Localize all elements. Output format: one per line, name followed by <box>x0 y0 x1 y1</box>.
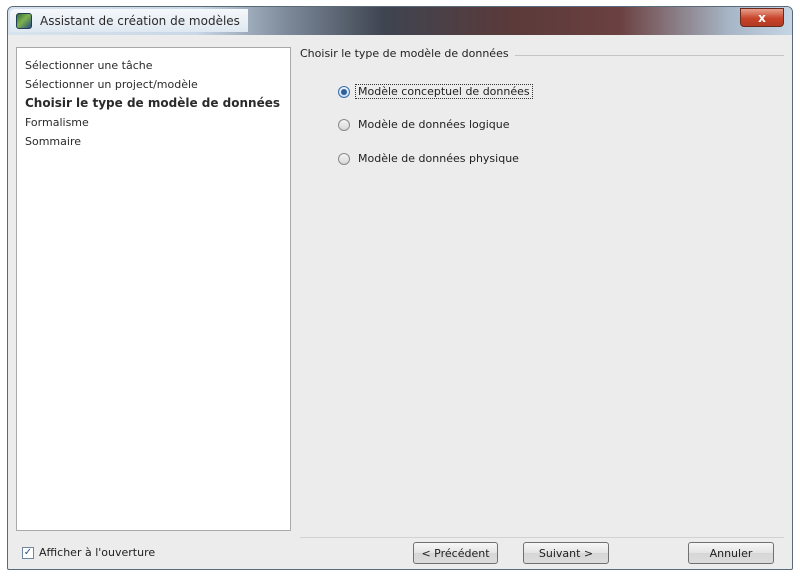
close-button[interactable]: x <box>740 8 784 27</box>
radio-dot <box>341 88 347 95</box>
step-select-task[interactable]: Sélectionner une tâche <box>25 56 290 75</box>
check-icon: ✓ <box>23 546 33 558</box>
title-bar[interactable]: Assistant de création de modèles x <box>8 7 792 35</box>
step-choose-model-type[interactable]: Choisir le type de modèle de données <box>25 94 290 113</box>
model-type-group-header: Choisir le type de modèle de données <box>300 47 784 63</box>
option-label-physical: Modèle de données physique <box>358 152 519 165</box>
option-conceptual-model[interactable]: Modèle conceptuel de données <box>338 84 533 99</box>
app-icon <box>16 13 32 29</box>
steps-panel: Sélectionner une tâche Sélectionner un p… <box>16 47 291 531</box>
option-physical-model[interactable]: Modèle de données physique <box>338 152 521 165</box>
show-on-open-checkbox[interactable]: ✓ Afficher à l'ouverture <box>22 546 155 559</box>
close-icon: x <box>758 10 766 25</box>
radio-logical[interactable] <box>338 118 350 131</box>
option-label-logical: Modèle de données logique <box>358 118 510 131</box>
step-formalism[interactable]: Formalisme <box>25 113 290 132</box>
previous-button[interactable]: < Précédent <box>413 542 498 564</box>
group-title: Choisir le type de modèle de données <box>300 47 515 60</box>
radio-physical[interactable] <box>338 152 350 165</box>
step-select-project[interactable]: Sélectionner un project/modèle <box>25 75 290 94</box>
footer-divider <box>300 537 784 538</box>
window-title: Assistant de création de modèles <box>40 14 240 28</box>
next-button[interactable]: Suivant > <box>523 542 609 564</box>
option-label-conceptual: Modèle conceptuel de données <box>355 84 533 99</box>
step-summary[interactable]: Sommaire <box>25 132 290 151</box>
wizard-window: Assistant de création de modèles x Sélec… <box>7 6 793 570</box>
checkbox-box[interactable]: ✓ <box>22 546 34 559</box>
cancel-button[interactable]: Annuler <box>688 542 774 564</box>
show-on-open-label: Afficher à l'ouverture <box>39 546 156 559</box>
radio-conceptual[interactable] <box>338 85 350 98</box>
option-logical-model[interactable]: Modèle de données logique <box>338 118 512 131</box>
